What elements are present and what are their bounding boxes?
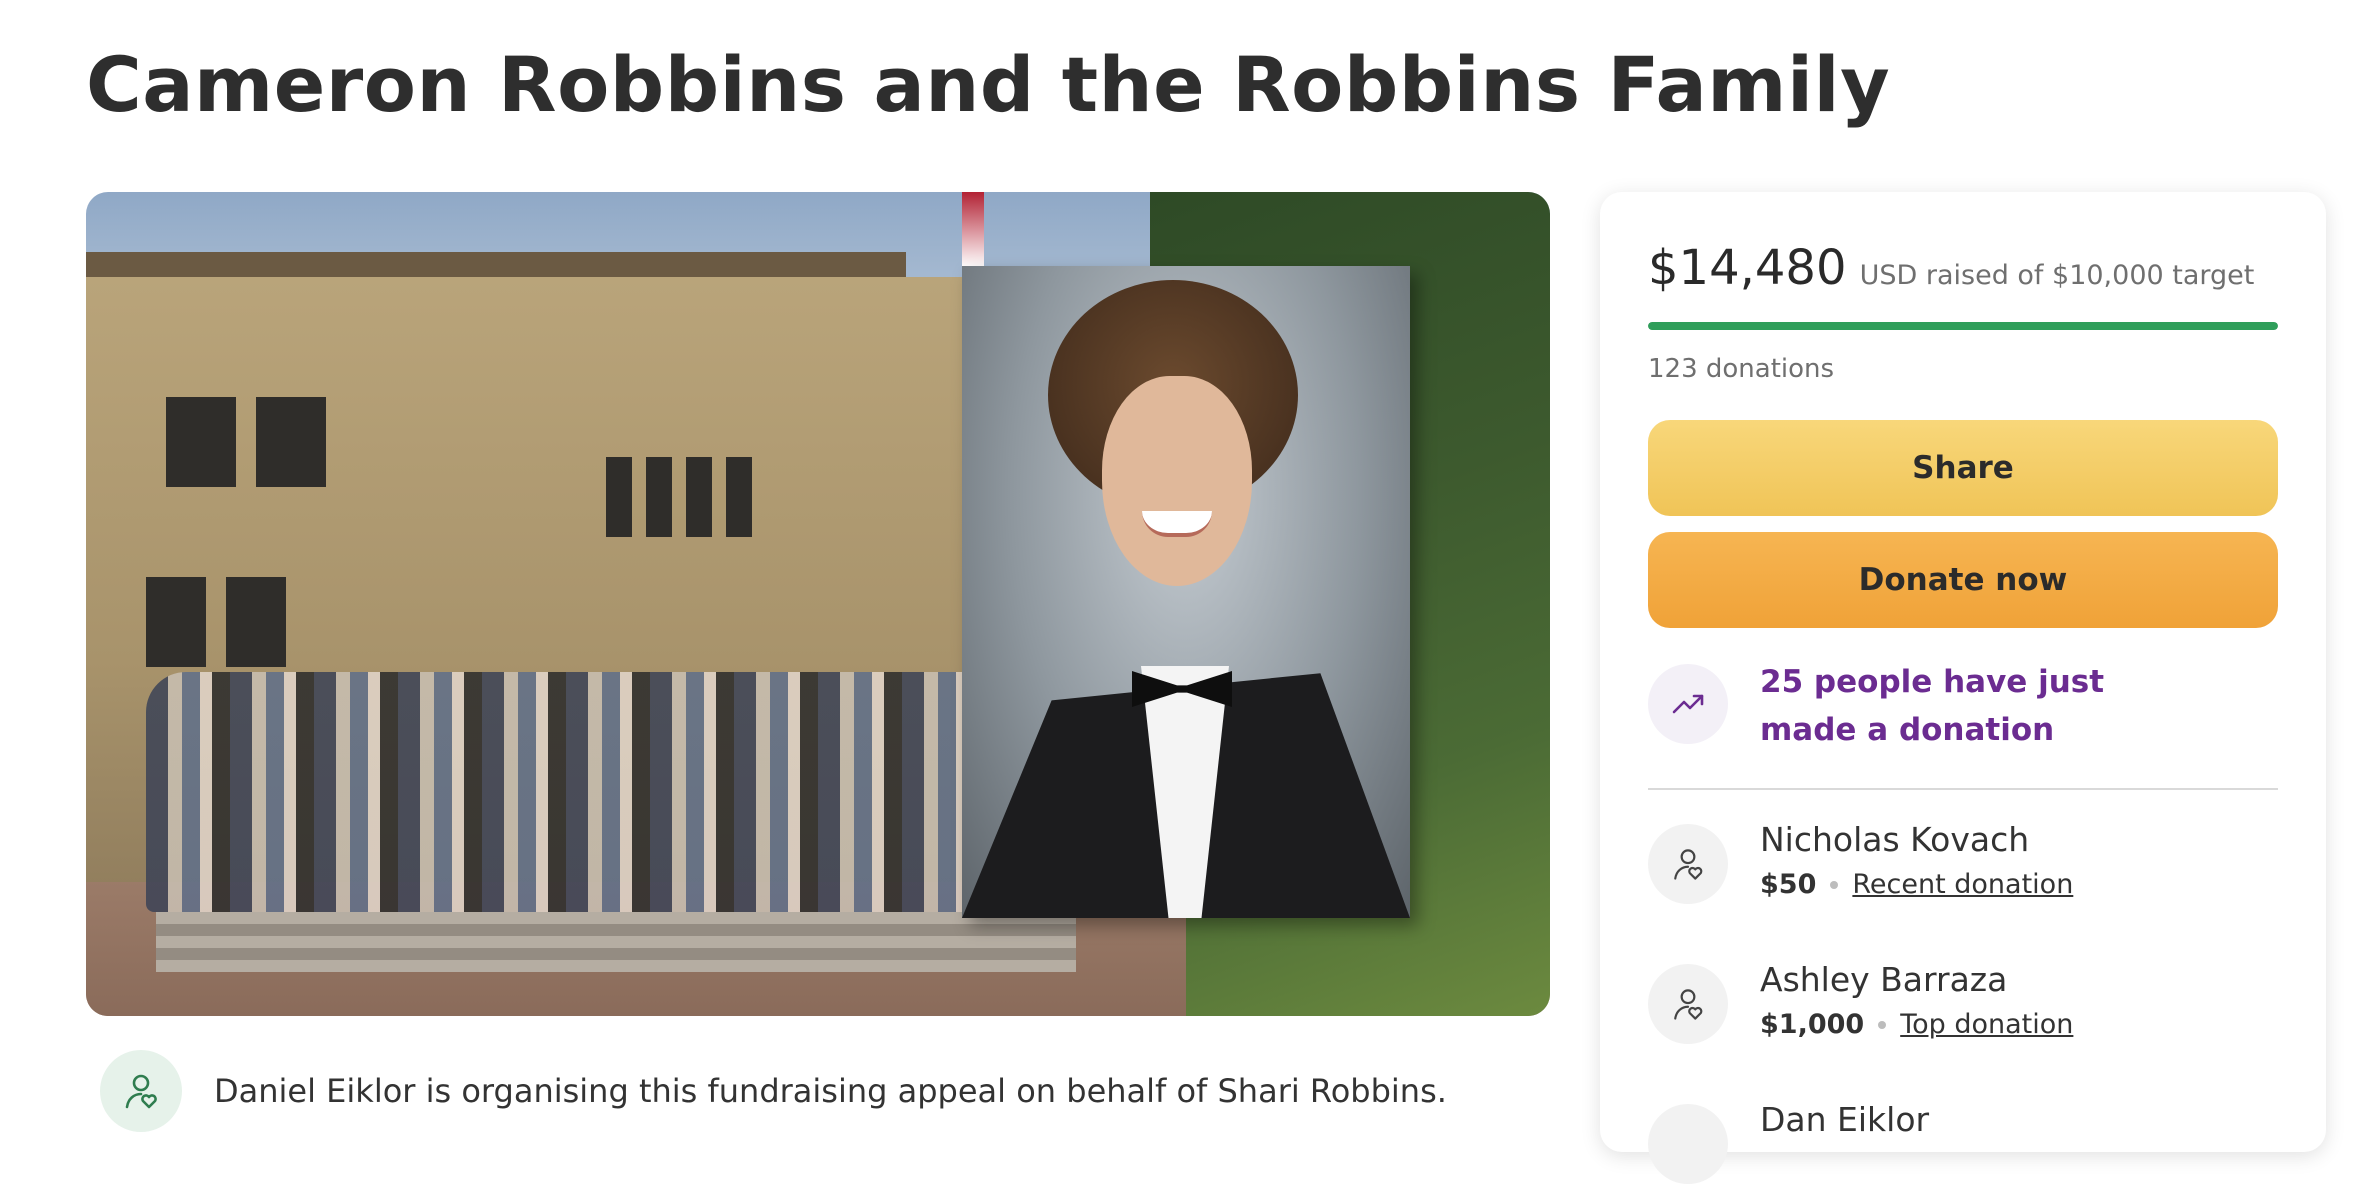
amount-raised-value: $14,480	[1648, 240, 1847, 296]
donor-name: Dan Eiklor	[1760, 1100, 1930, 1139]
person-heart-icon	[1648, 824, 1728, 904]
person-heart-icon	[100, 1050, 182, 1132]
donor-name: Nicholas Kovach	[1760, 820, 2030, 859]
hero-image	[86, 192, 1550, 1016]
building-window	[606, 457, 632, 537]
donor-item: Nicholas Kovach $50 Recent donation	[1648, 820, 2278, 904]
top-donation-link[interactable]: Top donation	[1900, 1009, 2073, 1040]
activity-message: 25 people have just made a donation	[1760, 664, 2105, 748]
vigil-crowd	[146, 672, 1056, 912]
building-window	[256, 397, 326, 487]
portrait-face	[1102, 376, 1252, 586]
page-title: Cameron Robbins and the Robbins Family	[86, 40, 1891, 129]
graduation-portrait	[962, 266, 1410, 918]
donor-amount: $1,000	[1760, 1009, 1865, 1040]
progress-bar-fill	[1648, 322, 2278, 330]
building-window	[726, 457, 752, 537]
separator-dot	[1878, 1020, 1887, 1029]
building-window	[166, 397, 236, 487]
building-window	[686, 457, 712, 537]
divider	[1648, 788, 2278, 790]
stone-steps	[156, 912, 1076, 972]
separator-dot	[1830, 880, 1839, 889]
person-heart-icon	[1648, 964, 1728, 1044]
donation-card: $14,480 USD raised of $10,000 target 123…	[1600, 192, 2326, 1184]
amount-raised: $14,480 USD raised of $10,000 target	[1648, 240, 2254, 296]
building-window	[226, 577, 286, 667]
donor-name: Ashley Barraza	[1760, 960, 2008, 999]
building-window	[146, 577, 206, 667]
recent-activity: 25 people have just made a donation	[1648, 664, 2278, 754]
donor-item: Ashley Barraza $1,000 Top donation	[1648, 960, 2278, 1044]
donor-amount: $50	[1760, 869, 1817, 900]
organiser-row: Daniel Eiklor is organising this fundrai…	[100, 1050, 1447, 1132]
amount-target-text: USD raised of $10,000 target	[1859, 260, 2255, 291]
donation-count: 123 donations	[1648, 354, 1835, 384]
trending-up-icon	[1648, 664, 1728, 744]
share-button[interactable]: Share	[1648, 420, 2278, 516]
donate-now-button[interactable]: Donate now	[1648, 532, 2278, 628]
organiser-text: Daniel Eiklor is organising this fundrai…	[214, 1072, 1447, 1110]
person-heart-icon	[1648, 1104, 1728, 1184]
recent-donation-link[interactable]: Recent donation	[1852, 869, 2073, 900]
building-window	[646, 457, 672, 537]
donor-item: Dan Eiklor	[1648, 1100, 2278, 1184]
progress-bar	[1648, 322, 2278, 330]
